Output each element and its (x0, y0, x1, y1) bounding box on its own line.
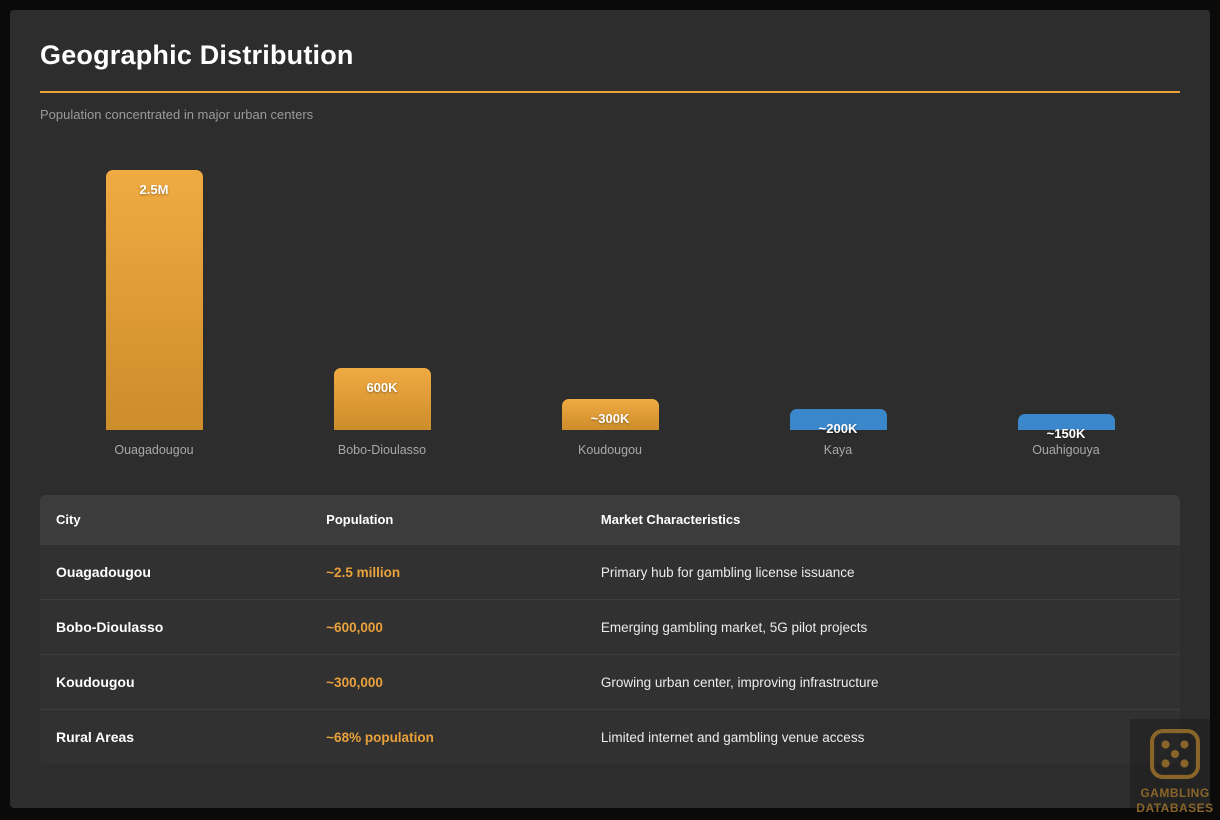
accent-divider (40, 91, 1180, 93)
characteristics-cell: Emerging gambling market, 5G pilot proje… (585, 600, 1180, 655)
table-row: Koudougou ~300,000 Growing urban center,… (40, 655, 1180, 710)
characteristics-cell: Primary hub for gambling license issuanc… (585, 545, 1180, 600)
bar-value-label: 600K (334, 380, 431, 395)
category-label: Koudougou (496, 443, 724, 457)
page-subtitle: Population concentrated in major urban c… (40, 107, 1180, 122)
page-title: Geographic Distribution (40, 40, 1180, 71)
city-cell: Rural Areas (40, 710, 310, 765)
population-cell: ~2.5 million (310, 545, 585, 600)
city-cell: Ouagadougou (40, 545, 310, 600)
bar-chart-category-axis: Ouagadougou Bobo-Dioulasso Koudougou Kay… (40, 443, 1180, 457)
city-table: City Population Market Characteristics O… (40, 495, 1180, 764)
category-label: Ouagadougou (40, 443, 268, 457)
dice-icon (1148, 727, 1202, 786)
category-label: Ouahigouya (952, 443, 1180, 457)
bar-value-label: ~200K (790, 421, 887, 436)
bar-value-label: ~300K (562, 411, 659, 426)
bar: ~200K (790, 409, 887, 430)
content-card: Geographic Distribution Population conce… (10, 10, 1210, 808)
watermark-line2: DATABASES (1130, 801, 1220, 816)
bar: 600K (334, 368, 431, 430)
characteristics-cell: Growing urban center, improving infrastr… (585, 655, 1180, 710)
column-header-city: City (40, 495, 310, 545)
bar: ~150K (1018, 414, 1115, 430)
bar-group: 600K (268, 368, 496, 430)
bar: ~300K (562, 399, 659, 430)
bar-value-label: 2.5M (106, 182, 203, 197)
bar: 2.5M (106, 170, 203, 430)
watermark-line1: GAMBLING (1130, 786, 1220, 801)
population-cell: ~68% population (310, 710, 585, 765)
bar-group: ~300K (496, 399, 724, 430)
table-row: Rural Areas ~68% population Limited inte… (40, 710, 1180, 765)
bar-chart: 2.5M 600K ~300K ~200K ~150K (40, 170, 1180, 457)
category-label: Kaya (724, 443, 952, 457)
bar-value-label: ~150K (1018, 426, 1115, 441)
bar-chart-plot-area: 2.5M 600K ~300K ~200K ~150K (40, 170, 1180, 430)
population-cell: ~300,000 (310, 655, 585, 710)
city-cell: Bobo-Dioulasso (40, 600, 310, 655)
table-row: Bobo-Dioulasso ~600,000 Emerging gamblin… (40, 600, 1180, 655)
column-header-characteristics: Market Characteristics (585, 495, 1180, 545)
table-header-row: City Population Market Characteristics (40, 495, 1180, 545)
city-cell: Koudougou (40, 655, 310, 710)
watermark: GAMBLING DATABASES (1130, 719, 1220, 820)
column-header-population: Population (310, 495, 585, 545)
bar-group: ~150K (952, 414, 1180, 430)
category-label: Bobo-Dioulasso (268, 443, 496, 457)
bar-group: ~200K (724, 409, 952, 430)
bar-group: 2.5M (40, 170, 268, 430)
table-row: Ouagadougou ~2.5 million Primary hub for… (40, 545, 1180, 600)
characteristics-cell: Limited internet and gambling venue acce… (585, 710, 1180, 765)
population-cell: ~600,000 (310, 600, 585, 655)
